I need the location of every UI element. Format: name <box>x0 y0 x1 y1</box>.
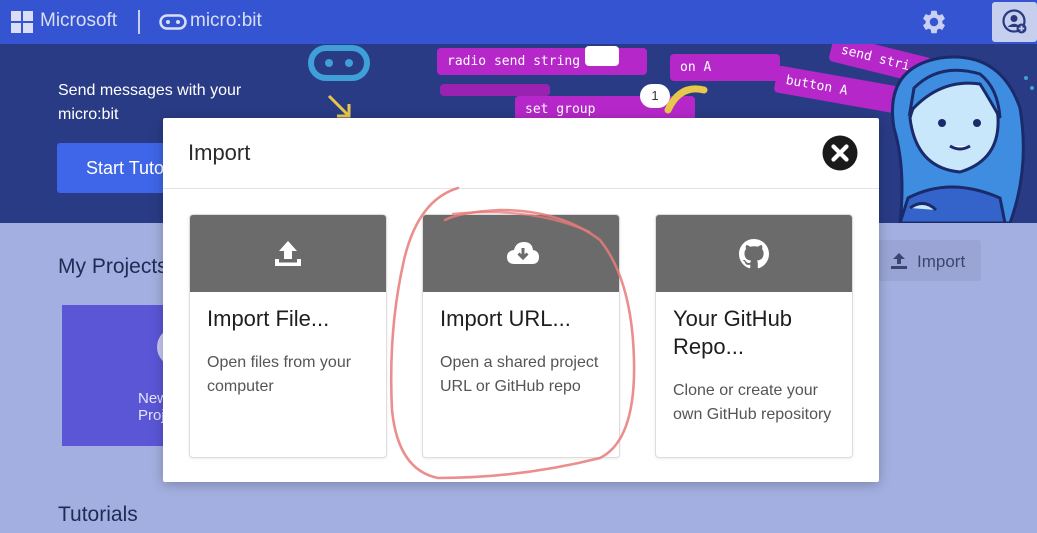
option-header <box>190 215 386 292</box>
import-dialog: Import Import File... Open files from yo… <box>163 118 879 482</box>
import-url-option[interactable]: Import URL... Open a shared project URL … <box>422 214 620 458</box>
import-button[interactable]: Import <box>878 240 981 281</box>
code-block-slot <box>585 46 619 66</box>
user-account-button[interactable] <box>992 2 1037 42</box>
top-bar: Microsoft micro:bit <box>0 0 1037 44</box>
settings-gear-icon[interactable] <box>920 8 948 36</box>
upload-icon <box>275 241 301 266</box>
microbit-logo-icon <box>159 14 187 30</box>
close-icon[interactable] <box>821 134 859 172</box>
dialog-title: Import <box>188 140 251 165</box>
code-block-label: set group <box>525 102 596 117</box>
option-description: Open a shared project URL or GitHub repo <box>440 354 599 395</box>
option-title: Import File... <box>207 306 330 331</box>
character-illustration-icon <box>891 55 1034 223</box>
code-block: on A <box>670 54 780 81</box>
code-block-label: radio send string <box>447 54 581 69</box>
microbit-decoration-icon <box>308 45 370 81</box>
option-title: Import URL... <box>440 306 571 331</box>
tutorials-heading: Tutorials <box>58 503 138 526</box>
upload-icon <box>891 253 907 269</box>
option-title: Your GitHub Repo... <box>673 306 793 359</box>
code-block-label: on A <box>680 60 712 75</box>
my-projects-heading: My Projects <box>58 255 168 278</box>
user-add-icon <box>1002 9 1027 34</box>
microsoft-logo-icon <box>11 11 33 33</box>
cloud-download-icon <box>507 242 539 264</box>
option-description: Open files from your computer <box>207 354 352 395</box>
import-file-option[interactable]: Import File... Open files from your comp… <box>189 214 387 458</box>
option-description: Clone or create your own GitHub reposito… <box>673 382 832 423</box>
microbit-brand-text: micro:bit <box>190 10 262 31</box>
code-block <box>440 84 550 96</box>
option-header <box>656 215 852 292</box>
new-project-card[interactable]: New Project <box>62 305 197 446</box>
import-button-label: Import <box>917 252 966 271</box>
code-block-label: button A <box>784 72 849 99</box>
brand-divider <box>138 10 140 34</box>
github-icon <box>739 239 769 269</box>
option-header <box>423 215 619 292</box>
dialog-header: Import <box>163 118 879 189</box>
github-repo-option[interactable]: Your GitHub Repo... Clone or create your… <box>655 214 853 458</box>
dash-decoration-icon <box>664 85 708 114</box>
microsoft-brand-text: Microsoft <box>40 10 118 31</box>
